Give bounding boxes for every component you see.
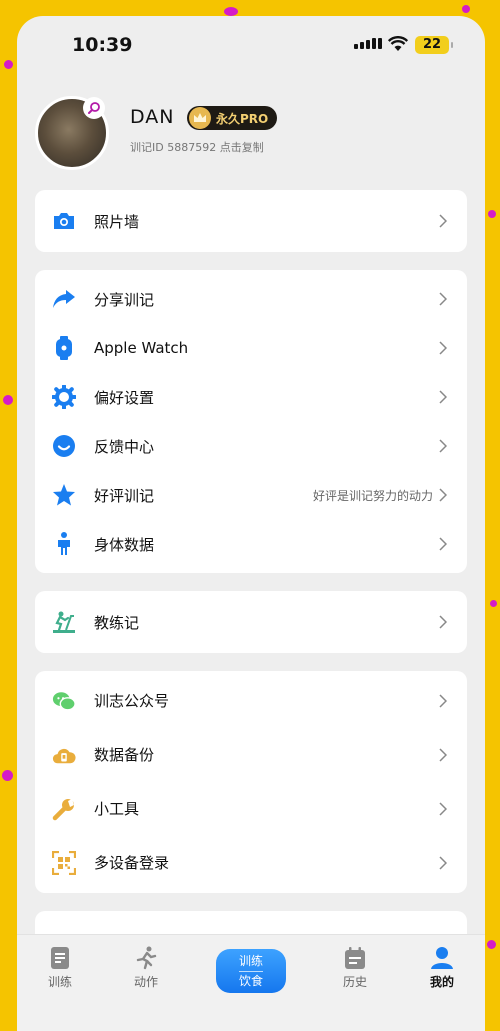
phone-screen: 10:39 22 DAN 永久PRO 训记ID 5887592 点击复制 照片墙… bbox=[17, 16, 485, 1031]
menu-item-label: 好评训记 bbox=[94, 486, 155, 505]
cloud-backup-icon bbox=[52, 743, 76, 767]
menu-item-body-data[interactable]: 身体数据 bbox=[35, 521, 467, 567]
decor-dot bbox=[490, 600, 497, 607]
tab-label: 历史 bbox=[342, 975, 367, 989]
tab-training[interactable]: 训练 bbox=[30, 943, 90, 990]
battery-indicator: 22 bbox=[415, 36, 453, 54]
crown-icon bbox=[189, 107, 211, 129]
pro-badge-label: 永久PRO bbox=[216, 111, 269, 126]
menu-item-label: 教练记 bbox=[94, 613, 140, 632]
wrench-icon bbox=[52, 797, 76, 821]
menu-item-label: 小工具 bbox=[94, 800, 140, 818]
menu-card: 教练记 bbox=[35, 591, 467, 653]
star-icon bbox=[52, 483, 76, 507]
menu-card: 分享训记 Apple Watch 偏好设置 反馈中心 好评训记 好评是训记努力的… bbox=[35, 270, 467, 573]
calendar-icon bbox=[325, 943, 385, 973]
wechat-icon bbox=[52, 689, 76, 713]
profile-header[interactable]: DAN 永久PRO 训记ID 5887592 点击复制 bbox=[35, 96, 467, 176]
center-tab-divider bbox=[239, 970, 263, 972]
menu-item-official-account[interactable]: 训志公众号 bbox=[35, 675, 467, 726]
chevron-right-icon bbox=[439, 214, 447, 228]
tab-bar: 训练 动作 训练 饮食 历史 我的 bbox=[17, 934, 485, 1031]
tab-history[interactable]: 历史 bbox=[325, 943, 385, 990]
chevron-right-icon bbox=[439, 855, 447, 870]
chevron-right-icon bbox=[439, 747, 447, 762]
decor-dot bbox=[3, 395, 13, 405]
menu-card: 照片墙 bbox=[35, 190, 467, 252]
decor-dot bbox=[488, 210, 496, 218]
chevron-right-icon bbox=[439, 292, 447, 306]
chevron-right-icon bbox=[439, 537, 447, 551]
share-icon bbox=[52, 287, 76, 311]
tab-label: 动作 bbox=[133, 975, 158, 989]
menu-item-share[interactable]: 分享训记 bbox=[35, 276, 467, 322]
menu-item-label: 照片墙 bbox=[94, 212, 140, 231]
status-bar: 10:39 22 bbox=[17, 34, 485, 58]
menu-item-rate-app[interactable]: 好评训记 好评是训记努力的动力 bbox=[35, 472, 467, 518]
menu-item-label: 训志公众号 bbox=[94, 692, 170, 710]
status-time: 10:39 bbox=[72, 34, 133, 56]
chevron-right-icon bbox=[439, 801, 447, 816]
cellular-signal-icon bbox=[354, 38, 382, 49]
menu-item-coach[interactable]: 教练记 bbox=[35, 591, 467, 653]
qr-code-icon bbox=[52, 850, 76, 875]
decor-dot bbox=[487, 940, 496, 949]
menu-item-photo-wall[interactable]: 照片墙 bbox=[35, 190, 467, 252]
tab-label: 我的 bbox=[429, 975, 454, 989]
watch-icon bbox=[52, 336, 76, 360]
clipboard-icon bbox=[30, 943, 90, 973]
menu-item-label: 反馈中心 bbox=[94, 437, 155, 456]
user-icon bbox=[412, 943, 472, 973]
rate-app-hint: 好评是训记努力的动力 bbox=[312, 488, 433, 503]
decor-dot bbox=[2, 770, 13, 781]
tab-exercises[interactable]: 动作 bbox=[116, 943, 176, 990]
chevron-right-icon bbox=[439, 488, 447, 502]
decor-dot bbox=[224, 7, 238, 16]
menu-item-label: 分享训记 bbox=[94, 290, 155, 309]
menu-item-tools[interactable]: 小工具 bbox=[35, 783, 467, 834]
menu-item-label: 数据备份 bbox=[94, 746, 155, 764]
gear-icon bbox=[52, 385, 76, 409]
pro-badge[interactable]: 永久PRO bbox=[187, 106, 278, 130]
running-icon bbox=[116, 943, 176, 973]
tab-training-diet-button[interactable]: 训练 饮食 bbox=[216, 949, 286, 993]
menu-item-label: Apple Watch bbox=[94, 339, 189, 357]
coach-icon bbox=[52, 610, 76, 634]
menu-item-label: 偏好设置 bbox=[94, 388, 155, 407]
decor-dot bbox=[462, 5, 470, 13]
person-icon bbox=[52, 532, 76, 556]
center-tab-bottom-label: 饮食 bbox=[238, 973, 263, 988]
menu-card: 训志公众号 数据备份 小工具 多设备登录 bbox=[35, 671, 467, 893]
user-id-copy[interactable]: 训记ID 5887592 点击复制 bbox=[130, 139, 264, 155]
chevron-right-icon bbox=[439, 439, 447, 453]
camera-icon bbox=[52, 209, 76, 233]
menu-item-data-backup[interactable]: 数据备份 bbox=[35, 729, 467, 780]
menu-item-apple-watch[interactable]: Apple Watch bbox=[35, 325, 467, 371]
chevron-right-icon bbox=[439, 693, 447, 708]
menu-item-preferences[interactable]: 偏好设置 bbox=[35, 374, 467, 420]
menu-item-label: 多设备登录 bbox=[94, 854, 170, 872]
tab-label: 训练 bbox=[47, 975, 72, 989]
user-name: DAN bbox=[130, 106, 175, 128]
menu-item-label: 身体数据 bbox=[94, 535, 155, 554]
smile-icon bbox=[52, 434, 76, 458]
zoom-icon[interactable] bbox=[83, 97, 105, 119]
decor-dot bbox=[4, 60, 13, 69]
center-tab-top-label: 训练 bbox=[238, 953, 263, 968]
wifi-icon bbox=[388, 36, 408, 51]
menu-item-feedback[interactable]: 反馈中心 bbox=[35, 423, 467, 469]
chevron-right-icon bbox=[439, 390, 447, 404]
menu-item-multi-device-login[interactable]: 多设备登录 bbox=[35, 837, 467, 888]
tab-mine[interactable]: 我的 bbox=[412, 943, 472, 990]
chevron-right-icon bbox=[439, 615, 447, 629]
chevron-right-icon bbox=[439, 341, 447, 355]
